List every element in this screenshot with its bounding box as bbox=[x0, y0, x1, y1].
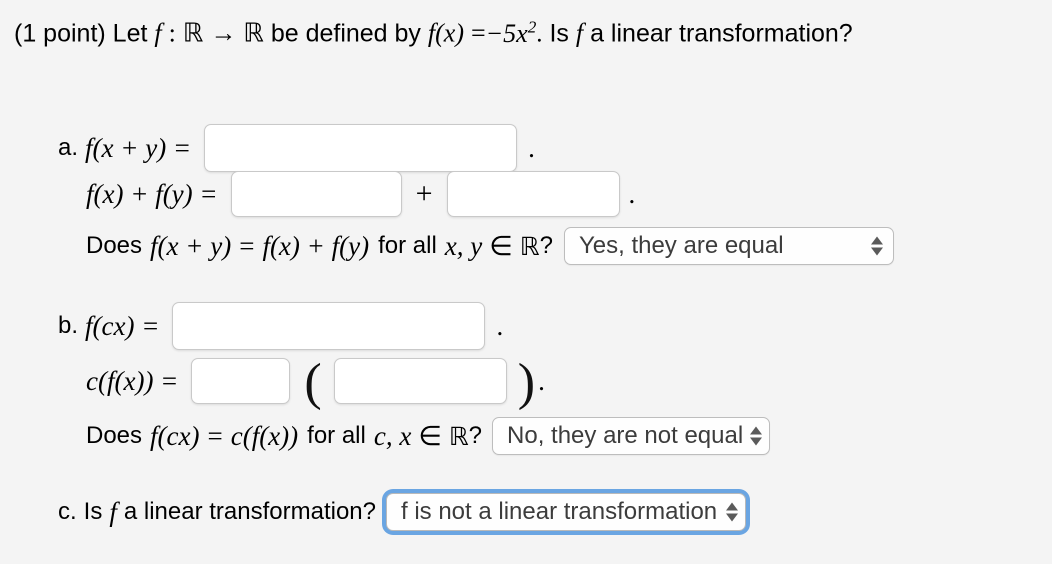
defined-by-text: be defined by bbox=[270, 19, 421, 48]
part-b-expr-right: c(f(x)) bbox=[230, 420, 299, 451]
part-a-dropdown-value: Yes, they are equal bbox=[578, 232, 784, 259]
part-c-function-symbol: f bbox=[109, 496, 117, 527]
part-b-vars: c, x bbox=[373, 420, 412, 451]
part-a-fxy-input[interactable] bbox=[204, 124, 518, 172]
definition-rhs: −5x2 bbox=[485, 17, 537, 48]
question-tail: a linear transformation? bbox=[590, 19, 853, 48]
part-a-fx-input[interactable] bbox=[230, 171, 402, 217]
function-symbol: f bbox=[154, 18, 162, 48]
codomain-symbol: ℝ bbox=[243, 18, 264, 49]
definition-rhs-exponent: 2 bbox=[527, 17, 537, 36]
points-label: (1 point) bbox=[14, 19, 106, 48]
colon-symbol: : bbox=[168, 18, 176, 48]
statement-period: . bbox=[536, 20, 543, 48]
part-a-expr-equals: = bbox=[239, 230, 255, 261]
part-a-line2-period: . bbox=[628, 178, 636, 209]
part-a-line-2: f(x) + f(y) = + . bbox=[86, 171, 635, 217]
part-b-does-prefix: Does bbox=[86, 422, 143, 449]
part-b-question-mark: ? bbox=[468, 422, 483, 449]
part-a-marker: a. bbox=[58, 134, 79, 161]
part-a-question-mark: ? bbox=[539, 232, 553, 259]
part-a-member-symbol: ∈ bbox=[489, 230, 513, 261]
part-a-line1-period: . bbox=[528, 132, 535, 163]
part-c-question-suffix: a linear transformation? bbox=[123, 498, 376, 525]
part-c-answer-dropdown[interactable]: f is not a linear transformation bbox=[386, 493, 747, 531]
definition-rhs-base: −5x bbox=[485, 18, 528, 48]
part-b-expr-left: f(cx) bbox=[150, 420, 200, 451]
part-b-set-symbol: ℝ bbox=[448, 421, 469, 451]
part-b-dropdown-value: No, they are not equal bbox=[507, 422, 744, 449]
part-b-line1-lhs: f(cx) = bbox=[85, 310, 160, 341]
part-a-expr-right: f(x) + f(y) bbox=[262, 230, 370, 261]
part-a-fy-input[interactable] bbox=[446, 171, 620, 217]
definition-lhs: f(x) bbox=[427, 18, 464, 48]
equals-symbol: = bbox=[470, 18, 486, 48]
part-a-forall-text: for all bbox=[378, 232, 437, 259]
part-c-dropdown-value: f is not a linear transformation bbox=[401, 498, 718, 525]
question-function-symbol: f bbox=[575, 18, 584, 48]
part-b-forall-text: for all bbox=[307, 422, 366, 449]
chevron-updown-icon bbox=[726, 502, 739, 522]
chevron-updown-icon bbox=[750, 426, 763, 446]
part-b-expr-equals: = bbox=[207, 420, 223, 451]
part-a-line-1: a. f(x + y) = . bbox=[58, 124, 535, 172]
part-b-line2-period: . bbox=[538, 365, 545, 396]
part-c-marker: c. bbox=[58, 498, 77, 525]
problem-statement: (1 point) Let f : ℝ → ℝ be defined by f(… bbox=[14, 18, 853, 47]
part-b-scalar-input[interactable] bbox=[191, 358, 291, 404]
intro-text: Let bbox=[112, 19, 148, 48]
part-a-vars: x, y bbox=[444, 230, 483, 261]
part-c-line: c. Is f a linear transformation? f is no… bbox=[58, 493, 747, 531]
part-a-line1-lhs: f(x + y) = bbox=[85, 132, 192, 163]
part-b-fx-input[interactable] bbox=[333, 358, 507, 404]
question-prefix: Is bbox=[549, 19, 569, 48]
part-b-marker: b. bbox=[58, 312, 79, 339]
part-c-question-prefix: Is bbox=[83, 498, 103, 525]
part-b-line-2: c(f(x)) = ( ) . bbox=[86, 354, 545, 411]
problem-page: (1 point) Let f : ℝ → ℝ be defined by f(… bbox=[0, 0, 1052, 564]
part-b-line-1: b. f(cx) = . bbox=[58, 302, 503, 350]
part-a-line2-lhs: f(x) + f(y) = bbox=[86, 178, 218, 209]
part-a-expr-left: f(x + y) bbox=[150, 230, 232, 261]
part-b-fcx-input[interactable] bbox=[172, 302, 486, 350]
part-a-equality-dropdown[interactable]: Yes, they are equal bbox=[563, 227, 894, 265]
part-b-equality-dropdown[interactable]: No, they are not equal bbox=[492, 417, 771, 455]
part-a-does-prefix: Does bbox=[86, 232, 143, 259]
part-a-plus-operator: + bbox=[415, 177, 433, 210]
part-a-line-3: Does f(x + y) = f(x) + f(y) for all x, y… bbox=[86, 227, 894, 265]
part-b-line2-lhs: c(f(x)) = bbox=[86, 365, 179, 396]
domain-symbol: ℝ bbox=[182, 18, 204, 49]
part-b-line-3: Does f(cx) = c(f(x)) for all c, x ∈ ℝ? N… bbox=[86, 417, 771, 455]
part-b-line1-period: . bbox=[496, 310, 504, 341]
arrow-icon: → bbox=[210, 18, 237, 48]
part-b-member-symbol: ∈ bbox=[418, 420, 442, 451]
part-a-set-symbol: ℝ bbox=[519, 231, 540, 261]
chevron-updown-icon bbox=[870, 236, 883, 256]
